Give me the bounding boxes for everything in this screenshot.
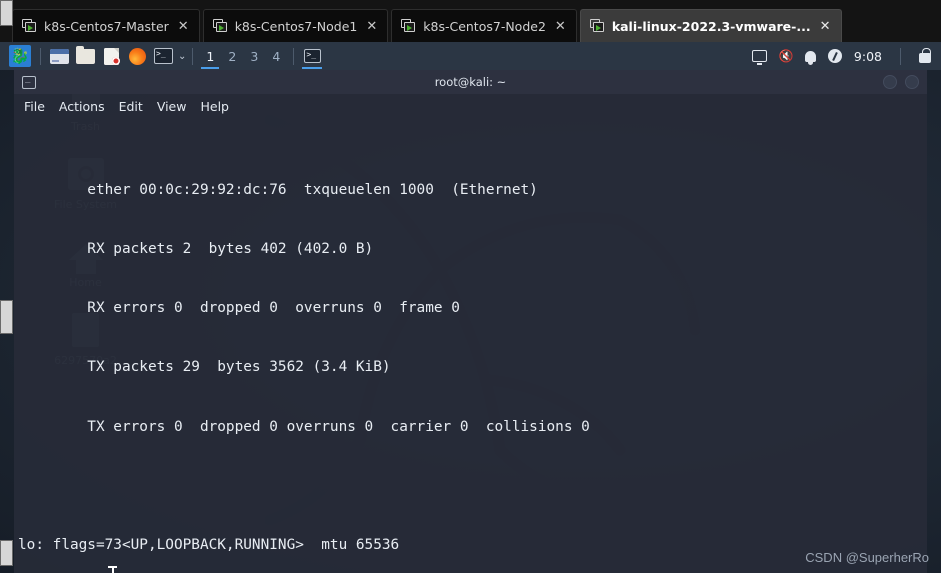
workspace-1[interactable]: 1 <box>199 43 221 69</box>
menu-actions[interactable]: Actions <box>59 99 105 114</box>
lock-icon[interactable] <box>919 47 931 63</box>
taskbar-terminal-window-button[interactable] <box>300 43 324 69</box>
terminal-line: lo: flags=73<UP,LOOPBACK,RUNNING> mtu 65… <box>18 536 400 553</box>
system-tray: 🔇 9:08 <box>751 47 941 65</box>
vmware-sidebar-sliver-mid[interactable] <box>0 300 13 334</box>
close-icon[interactable]: ✕ <box>364 20 379 33</box>
kali-menu-button[interactable]: 🐉 <box>8 45 32 67</box>
terminal-title: root@kali: ~ <box>434 75 507 89</box>
vm-tab-icon <box>401 19 416 33</box>
terminal-window: root@kali: ~ File Actions Edit View Help… <box>14 70 927 573</box>
vm-tab-kali-linux[interactable]: kali-linux-2022.3-vmware-... ✕ <box>579 9 842 42</box>
vm-tab-icon <box>22 19 37 33</box>
vm-tab-k8s-centos7-master[interactable]: k8s-Centos7-Master ✕ <box>12 9 200 42</box>
watermark: CSDN @SuperherRo <box>805 550 929 565</box>
clock[interactable]: 9:08 <box>854 49 882 64</box>
terminal-line: RX errors 0 dropped 0 overruns 0 frame 0 <box>18 300 460 317</box>
vmware-sidebar-sliver-top[interactable] <box>0 0 13 26</box>
panel-divider <box>192 47 194 65</box>
bell-icon[interactable] <box>804 50 816 65</box>
vmware-workstation-window: k8s-Centos7-Master ✕ k8s-Centos7-Node1 ✕… <box>0 0 941 573</box>
vmware-sidebar-sliver-bottom[interactable] <box>0 540 13 566</box>
terminal-line: ether 00:0c:29:92:dc:76 txqueuelen 1000 … <box>18 182 538 199</box>
vm-tab-k8s-centos7-node1[interactable]: k8s-Centos7-Node1 ✕ <box>202 9 389 42</box>
display-icon[interactable] <box>751 50 767 65</box>
terminal-line: RX packets 2 bytes 402 (402.0 B) <box>18 241 374 258</box>
menu-help[interactable]: Help <box>200 99 229 114</box>
close-icon[interactable]: ✕ <box>176 20 191 33</box>
vm-tab-label: k8s-Centos7-Node2 <box>423 18 546 34</box>
terminal-titlebar[interactable]: root@kali: ~ <box>14 70 927 94</box>
volume-muted-icon[interactable]: 🔇 <box>779 50 794 63</box>
firefox-icon[interactable] <box>125 45 149 67</box>
maximize-button[interactable] <box>905 75 919 89</box>
window-controls <box>883 75 919 89</box>
panel-divider <box>293 47 295 65</box>
menu-edit[interactable]: Edit <box>119 99 143 114</box>
text-editor-icon[interactable] <box>99 45 123 67</box>
menu-file[interactable]: File <box>24 99 45 114</box>
panel-divider <box>900 47 901 65</box>
terminal-line: TX errors 0 dropped 0 overruns 0 carrier… <box>18 418 590 435</box>
terminal-launcher-icon[interactable] <box>151 45 175 67</box>
vm-tab-k8s-centos7-node2[interactable]: k8s-Centos7-Node2 ✕ <box>391 9 577 42</box>
vm-tab-label: k8s-Centos7-Node1 <box>234 18 358 34</box>
terminal-icon <box>22 74 36 89</box>
mouse-cursor <box>108 566 117 573</box>
workspace-switcher: 1 2 3 4 <box>199 43 287 69</box>
close-icon[interactable]: ✕ <box>818 20 833 33</box>
workspace-3[interactable]: 3 <box>243 43 265 69</box>
terminal-menubar: File Actions Edit View Help <box>14 94 927 118</box>
kali-desktop: Trash File System Home 6297570a2 root@ka… <box>0 70 941 573</box>
workspace-2[interactable]: 2 <box>221 43 243 69</box>
kali-dragon-logo: 🐉 <box>9 45 31 67</box>
chevron-down-icon[interactable]: ⌄ <box>178 51 186 62</box>
workspace-4[interactable]: 4 <box>265 43 287 69</box>
kali-top-panel: 🐉 ⌄ 1 2 3 4 🔇 9:08 <box>0 42 941 70</box>
vm-tab-icon <box>589 19 605 33</box>
power-icon[interactable] <box>827 49 842 63</box>
panel-divider <box>40 47 41 65</box>
terminal-output-area[interactable]: ether 00:0c:29:92:dc:76 txqueuelen 1000 … <box>14 118 927 573</box>
vm-tab-label: kali-linux-2022.3-vmware-... <box>611 18 811 34</box>
vm-tab-icon <box>212 19 228 33</box>
minimize-button[interactable] <box>883 75 897 89</box>
close-icon[interactable]: ✕ <box>553 20 568 33</box>
show-desktop-icon[interactable] <box>47 45 71 67</box>
vm-tab-label: k8s-Centos7-Master <box>44 18 169 34</box>
file-manager-icon[interactable] <box>73 45 97 67</box>
menu-view[interactable]: View <box>157 99 187 114</box>
terminal-line: TX packets 29 bytes 3562 (3.4 KiB) <box>18 359 391 376</box>
vmware-tab-bar: k8s-Centos7-Master ✕ k8s-Centos7-Node1 ✕… <box>0 0 941 42</box>
